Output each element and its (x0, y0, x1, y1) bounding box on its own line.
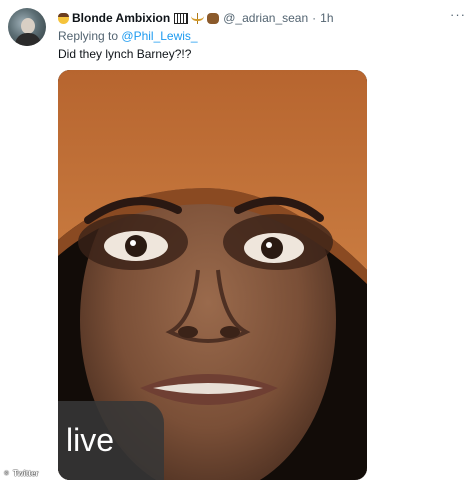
watermark-label: Twitter (13, 469, 39, 478)
watermark: © Twitter (2, 468, 39, 480)
piano-keys-icon (174, 12, 189, 24)
timestamp[interactable]: 1h (320, 9, 333, 27)
avatar-face (21, 18, 35, 34)
display-name[interactable]: Blonde Ambixion (72, 9, 170, 27)
reply-handle-link[interactable]: @Phil_Lewis_ (121, 29, 197, 43)
tweet-text: Did they lynch Barney?!? (58, 47, 192, 61)
avatar-body (15, 33, 41, 46)
user-handle[interactable]: @_adrian_sean (223, 9, 308, 27)
emoji-face-icon (58, 12, 69, 24)
reply-context: Replying to @Phil_Lewis_ (58, 28, 198, 44)
avatar[interactable] (8, 8, 46, 46)
live-badge-label: live (66, 422, 115, 458)
copyright-icon: © (2, 469, 11, 479)
tweet-header: Blonde Ambixion @_adrian_sean · 1h (58, 9, 444, 27)
reply-prefix: Replying to (58, 29, 119, 43)
tweet: Blonde Ambixion @_adrian_sean · 1h ··· R… (0, 0, 474, 481)
more-horizontal-icon[interactable]: ··· (450, 8, 466, 23)
header-separator: · (312, 11, 317, 25)
scales-icon (191, 12, 205, 24)
raised-fist-icon (207, 12, 220, 24)
